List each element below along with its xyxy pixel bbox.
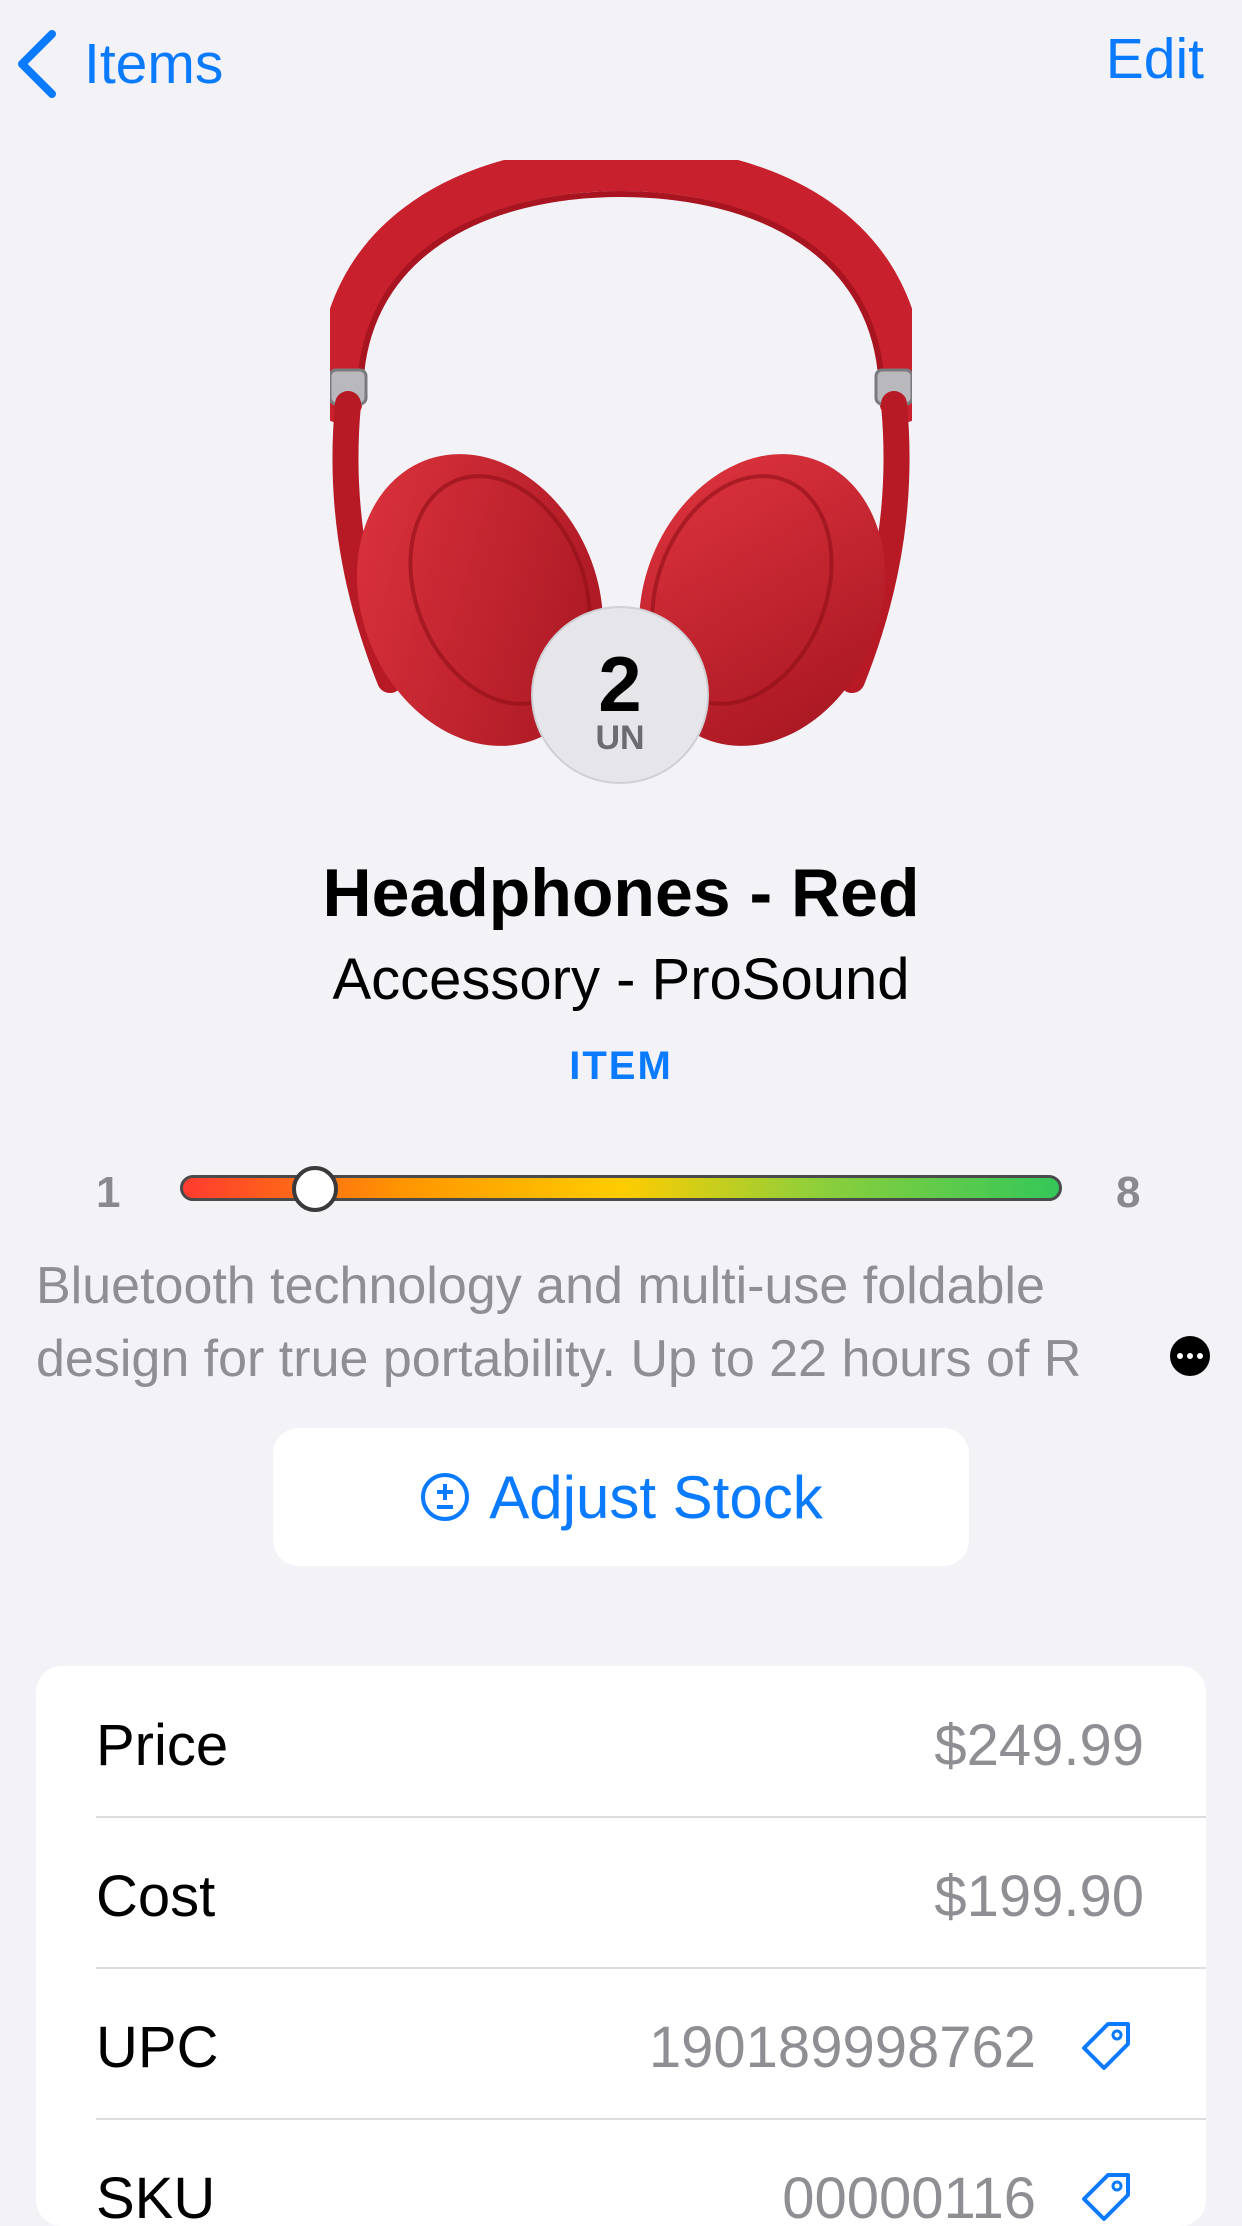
detail-value: 190189998762: [648, 2015, 1036, 2080]
tag-icon[interactable]: [1080, 2020, 1132, 2072]
detail-row-cost: Cost $199.90: [36, 1817, 1206, 1968]
slider-thumb[interactable]: [292, 1166, 339, 1212]
slider-min-label: 1: [96, 1168, 121, 1217]
edit-button[interactable]: Edit: [1106, 26, 1204, 92]
adjust-stock-label: Adjust Stock: [489, 1463, 823, 1531]
stock-unit: UN: [595, 719, 645, 757]
detail-value: 00000116: [782, 2166, 1036, 2226]
detail-label: UPC: [96, 2015, 219, 2080]
product-description: Bluetooth technology and multi-use folda…: [36, 1257, 1082, 1388]
stock-quantity-badge: 2 UN: [531, 606, 709, 784]
tag-icon[interactable]: [1080, 2171, 1132, 2223]
detail-row-sku: SKU 00000116: [36, 2119, 1206, 2226]
plus-minus-circle-icon: [421, 1473, 470, 1521]
detail-row-price: Price $249.99: [36, 1666, 1206, 1817]
slider-max-label: 8: [1116, 1168, 1141, 1217]
chevron-left-icon: [18, 30, 56, 98]
product-name: Headphones - Red: [322, 855, 920, 931]
detail-label: SKU: [96, 2166, 216, 2226]
detail-row-upc: UPC 190189998762: [36, 1968, 1206, 2119]
more-icon[interactable]: [1170, 1336, 1210, 1376]
product-type: ITEM: [569, 1044, 673, 1088]
detail-value: $199.90: [934, 1864, 1144, 1929]
details-card: Price $249.99 Cost $199.90 UPC 190189998…: [36, 1666, 1206, 2226]
back-button-label: Items: [84, 32, 224, 96]
product-category: Accessory - ProSound: [332, 947, 910, 1012]
detail-value: $249.99: [934, 1713, 1144, 1778]
adjust-stock-button[interactable]: Adjust Stock: [273, 1428, 969, 1566]
back-button[interactable]: Items: [14, 24, 223, 104]
detail-label: Cost: [96, 1864, 216, 1929]
stock-quantity: 2: [598, 640, 642, 728]
detail-label: Price: [96, 1713, 229, 1778]
